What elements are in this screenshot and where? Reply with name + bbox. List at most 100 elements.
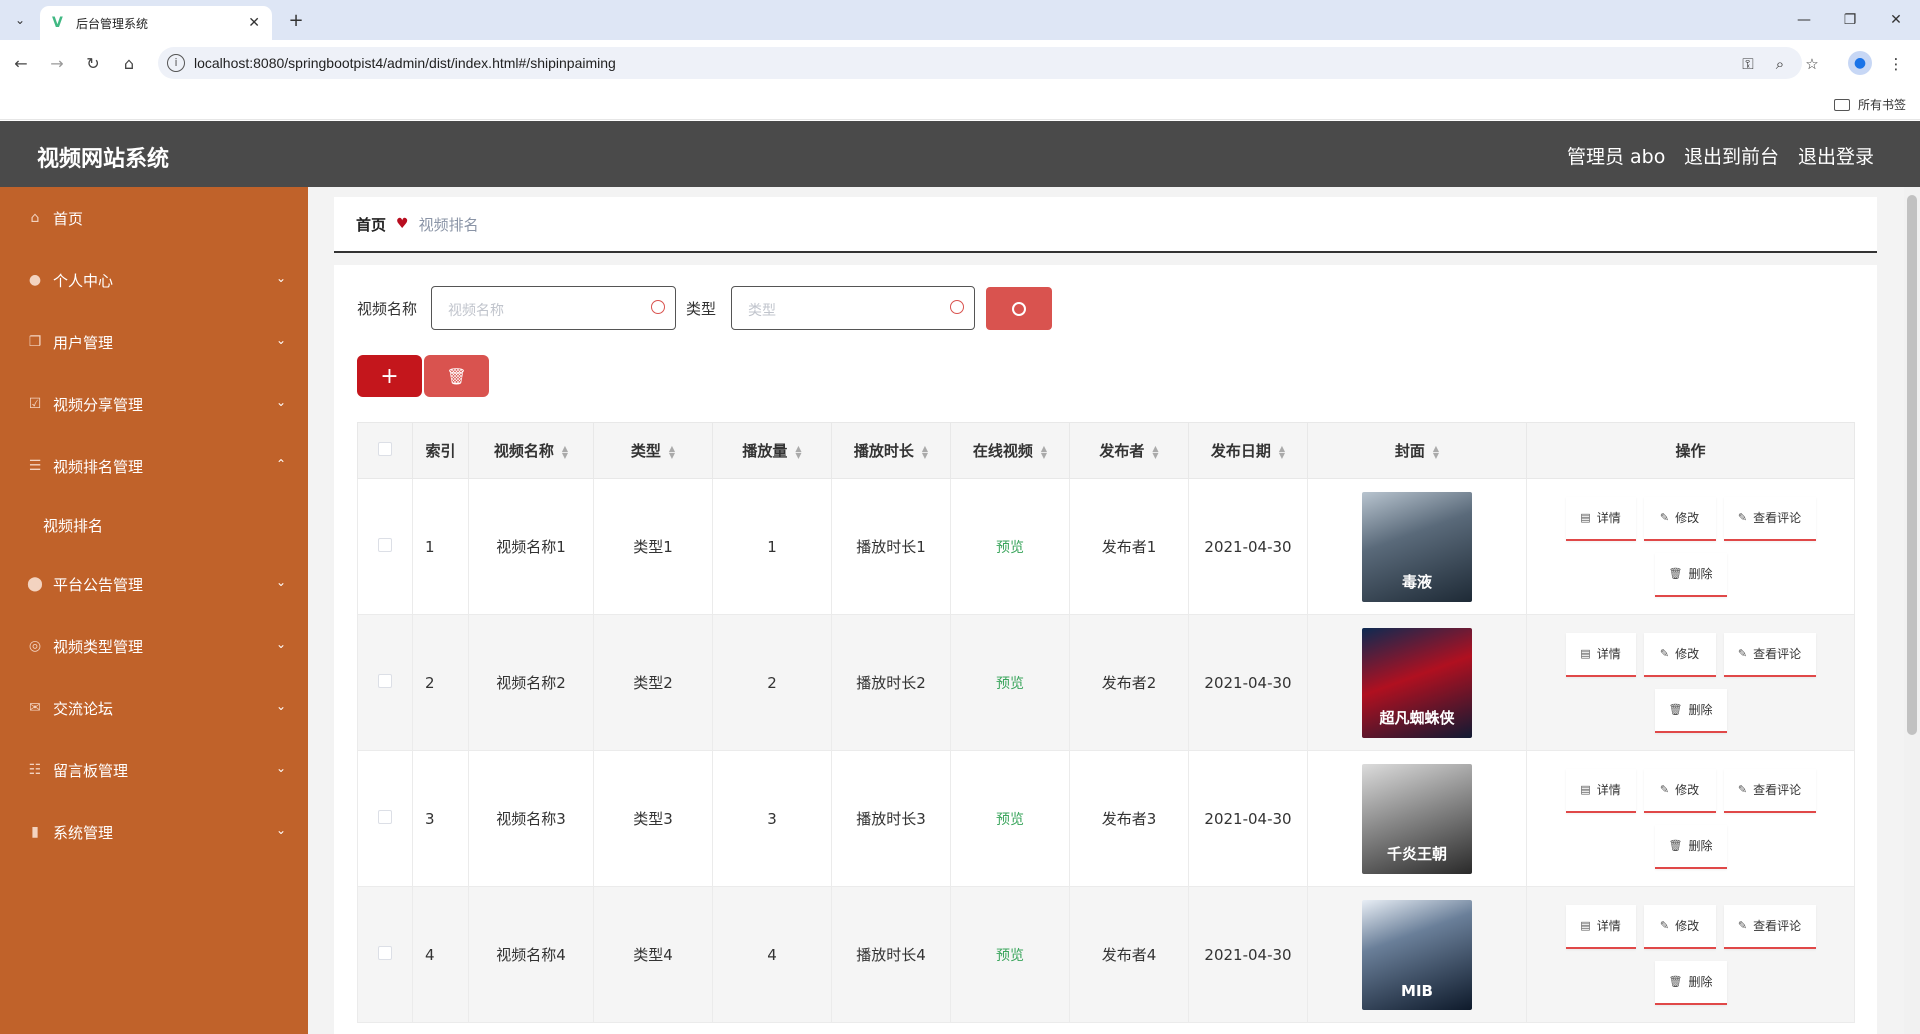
row-checkbox[interactable] — [378, 809, 392, 824]
profile-avatar-icon[interactable]: ● — [1848, 51, 1872, 75]
cell-online: 预览 — [950, 614, 1070, 751]
detail-button[interactable]: ▤ 详情 — [1565, 632, 1636, 677]
search-button[interactable] — [986, 287, 1052, 330]
detail-button[interactable]: ▤ 详情 — [1565, 768, 1636, 813]
sidebar-item-home[interactable]: ⌂ 首页 — [0, 187, 308, 249]
row-checkbox[interactable] — [378, 537, 392, 552]
sidebar-item-system[interactable]: ▮ 系统管理 ⌄ — [0, 801, 308, 863]
sort-caret-icon[interactable]: ▲ ▼ — [1041, 444, 1047, 459]
column-header-plays[interactable]: 播放量 ▲ ▼ — [712, 422, 832, 479]
detail-button[interactable]: ▤ 详情 — [1565, 496, 1636, 541]
view-comments-button[interactable]: ✎ 查看评论 — [1723, 632, 1816, 677]
back-arrow-icon[interactable]: ← — [8, 50, 34, 76]
sidebar-item-message-board[interactable]: ☷ 留言板管理 ⌄ — [0, 739, 308, 801]
add-button[interactable]: + — [357, 355, 422, 397]
delete-button[interactable]: 🗑 删除 — [1654, 824, 1727, 869]
cell-duration: 播放时长2 — [831, 614, 951, 751]
sort-caret-icon[interactable]: ▲ ▼ — [1279, 444, 1285, 459]
view-comments-button[interactable]: ✎ 查看评论 — [1723, 496, 1816, 541]
sidebar-item-announcements[interactable]: ⬤ 平台公告管理 ⌄ — [0, 553, 308, 615]
column-header-online[interactable]: 在线视频 ▲ ▼ — [950, 422, 1070, 479]
sidebar-item-users[interactable]: ❐ 用户管理 ⌄ — [0, 311, 308, 373]
preview-link[interactable]: 预览 — [996, 948, 1024, 964]
restore-icon[interactable]: ❐ — [1830, 8, 1870, 32]
chevron-up-icon: ⌃ — [275, 457, 286, 471]
view-comments-button[interactable]: ✎ 查看评论 — [1723, 904, 1816, 949]
edit-button[interactable]: ✎ 修改 — [1643, 768, 1716, 813]
edit-button[interactable]: ✎ 修改 — [1643, 496, 1716, 541]
sidebar-item-forum[interactable]: ✉ 交流论坛 ⌄ — [0, 677, 308, 739]
exit-to-front-link[interactable]: 退出到前台 — [1684, 142, 1779, 169]
delete-button[interactable]: 🗑 删除 — [1654, 552, 1727, 597]
breadcrumb-home[interactable]: 首页 — [356, 214, 386, 235]
delete-label: 删除 — [1688, 975, 1713, 989]
row-checkbox[interactable] — [378, 945, 392, 960]
cover-image[interactable]: MIB — [1362, 899, 1472, 1010]
select-all-checkbox[interactable] — [378, 441, 392, 456]
row-checkbox[interactable] — [378, 673, 392, 688]
sidebar-subitem-video-ranking[interactable]: 视频排名 — [0, 497, 308, 553]
sidebar-item-video-types[interactable]: ◎ 视频类型管理 ⌄ — [0, 615, 308, 677]
home-page-icon[interactable]: ⌂ — [116, 50, 142, 76]
cover-image[interactable]: 超凡蜘蛛侠 — [1362, 627, 1472, 738]
column-header-cover[interactable]: 封面 ▲ ▼ — [1307, 422, 1527, 479]
column-header-publisher[interactable]: 发布者 ▲ ▼ — [1069, 422, 1189, 479]
type-input[interactable]: 类型 — [731, 286, 975, 330]
all-bookmarks-button[interactable]: 所有书签 — [1834, 96, 1906, 113]
column-header-date[interactable]: 发布日期 ▲ ▼ — [1188, 422, 1308, 479]
site-info-icon[interactable]: i — [167, 54, 185, 72]
chart-icon: ▮ — [31, 824, 39, 840]
sort-caret-icon[interactable]: ▲ ▼ — [795, 444, 801, 459]
page-scrollbar[interactable] — [1904, 187, 1920, 1034]
zoom-icon[interactable]: ⌕ — [1770, 54, 1790, 74]
type-label: 类型 — [686, 300, 717, 318]
more-menu-icon[interactable]: ⋮ — [1886, 54, 1906, 74]
column-header-type[interactable]: 类型 ▲ ▼ — [593, 422, 713, 479]
sort-caret-icon[interactable]: ▲ ▼ — [922, 444, 928, 459]
preview-link[interactable]: 预览 — [996, 540, 1024, 556]
password-key-icon[interactable]: ⚿ — [1738, 54, 1758, 74]
bookmark-star-icon[interactable]: ☆ — [1802, 54, 1822, 74]
sidebar-item-label: 视频排名管理 — [53, 457, 144, 476]
batch-delete-button[interactable]: 🗑 — [424, 355, 489, 397]
cell-cover: 毒液 — [1307, 478, 1527, 615]
sidebar-item-video-ranking[interactable]: ☰ 视频排名管理 ⌃ — [0, 435, 308, 497]
tab-list-chevron-icon[interactable]: ⌄ — [8, 8, 32, 32]
url-text[interactable]: localhost:8080/springbootpist4/admin/dis… — [194, 55, 616, 71]
sort-caret-icon[interactable]: ▲ ▼ — [669, 444, 675, 459]
chevron-down-icon: ⌄ — [275, 333, 286, 347]
sidebar-item-video-share[interactable]: ☑ 视频分享管理 ⌄ — [0, 373, 308, 435]
edit-button[interactable]: ✎ 修改 — [1643, 632, 1716, 677]
sort-caret-icon[interactable]: ▲ ▼ — [1433, 444, 1439, 459]
view-comments-button[interactable]: ✎ 查看评论 — [1723, 768, 1816, 813]
reload-icon[interactable]: ↻ — [80, 50, 106, 76]
browser-tab[interactable]: V 后台管理系统 ✕ — [40, 6, 272, 40]
search-icon — [651, 300, 665, 314]
cover-image[interactable]: 毒液 — [1362, 491, 1472, 602]
forward-arrow-icon[interactable]: → — [44, 50, 70, 76]
column-header-duration[interactable]: 播放时长 ▲ ▼ — [831, 422, 951, 479]
video-name-input[interactable]: 视频名称 — [431, 286, 676, 330]
edit-button[interactable]: ✎ 修改 — [1643, 904, 1716, 949]
new-tab-plus-icon[interactable]: + — [284, 8, 308, 32]
tab-close-icon[interactable]: ✕ — [248, 15, 260, 31]
logout-link[interactable]: 退出登录 — [1798, 142, 1874, 169]
edit-label: 修改 — [1675, 919, 1700, 933]
sidebar-item-profile[interactable]: ● 个人中心 ⌄ — [0, 249, 308, 311]
sort-caret-icon[interactable]: ▲ ▼ — [562, 444, 568, 459]
table-header-row: 索引 视频名称 ▲ ▼ 类型 ▲ ▼ 播放量 ▲ ▼ 播放时长 ▲ ▼ 在线视频 ▲ ▼ 发布者 ▲ ▼… — [357, 422, 1855, 479]
edit-pencil-icon: ✎ — [1737, 783, 1748, 796]
column-header-name[interactable]: 视频名称 ▲ ▼ — [468, 422, 594, 479]
preview-link[interactable]: 预览 — [996, 676, 1024, 692]
url-bar[interactable]: i localhost:8080/springbootpist4/admin/d… — [158, 47, 1802, 79]
scrollbar-thumb[interactable] — [1907, 195, 1917, 735]
detail-button[interactable]: ▤ 详情 — [1565, 904, 1636, 949]
preview-link[interactable]: 预览 — [996, 812, 1024, 828]
cell-date: 2021-04-30 — [1188, 614, 1308, 751]
delete-button[interactable]: 🗑 删除 — [1654, 688, 1727, 733]
window-close-icon[interactable]: ✕ — [1876, 8, 1916, 32]
minimize-icon[interactable]: — — [1784, 8, 1824, 32]
cover-image[interactable]: 千炎王朝 — [1362, 763, 1472, 874]
sort-caret-icon[interactable]: ▲ ▼ — [1152, 444, 1158, 459]
delete-button[interactable]: 🗑 删除 — [1654, 960, 1727, 1005]
